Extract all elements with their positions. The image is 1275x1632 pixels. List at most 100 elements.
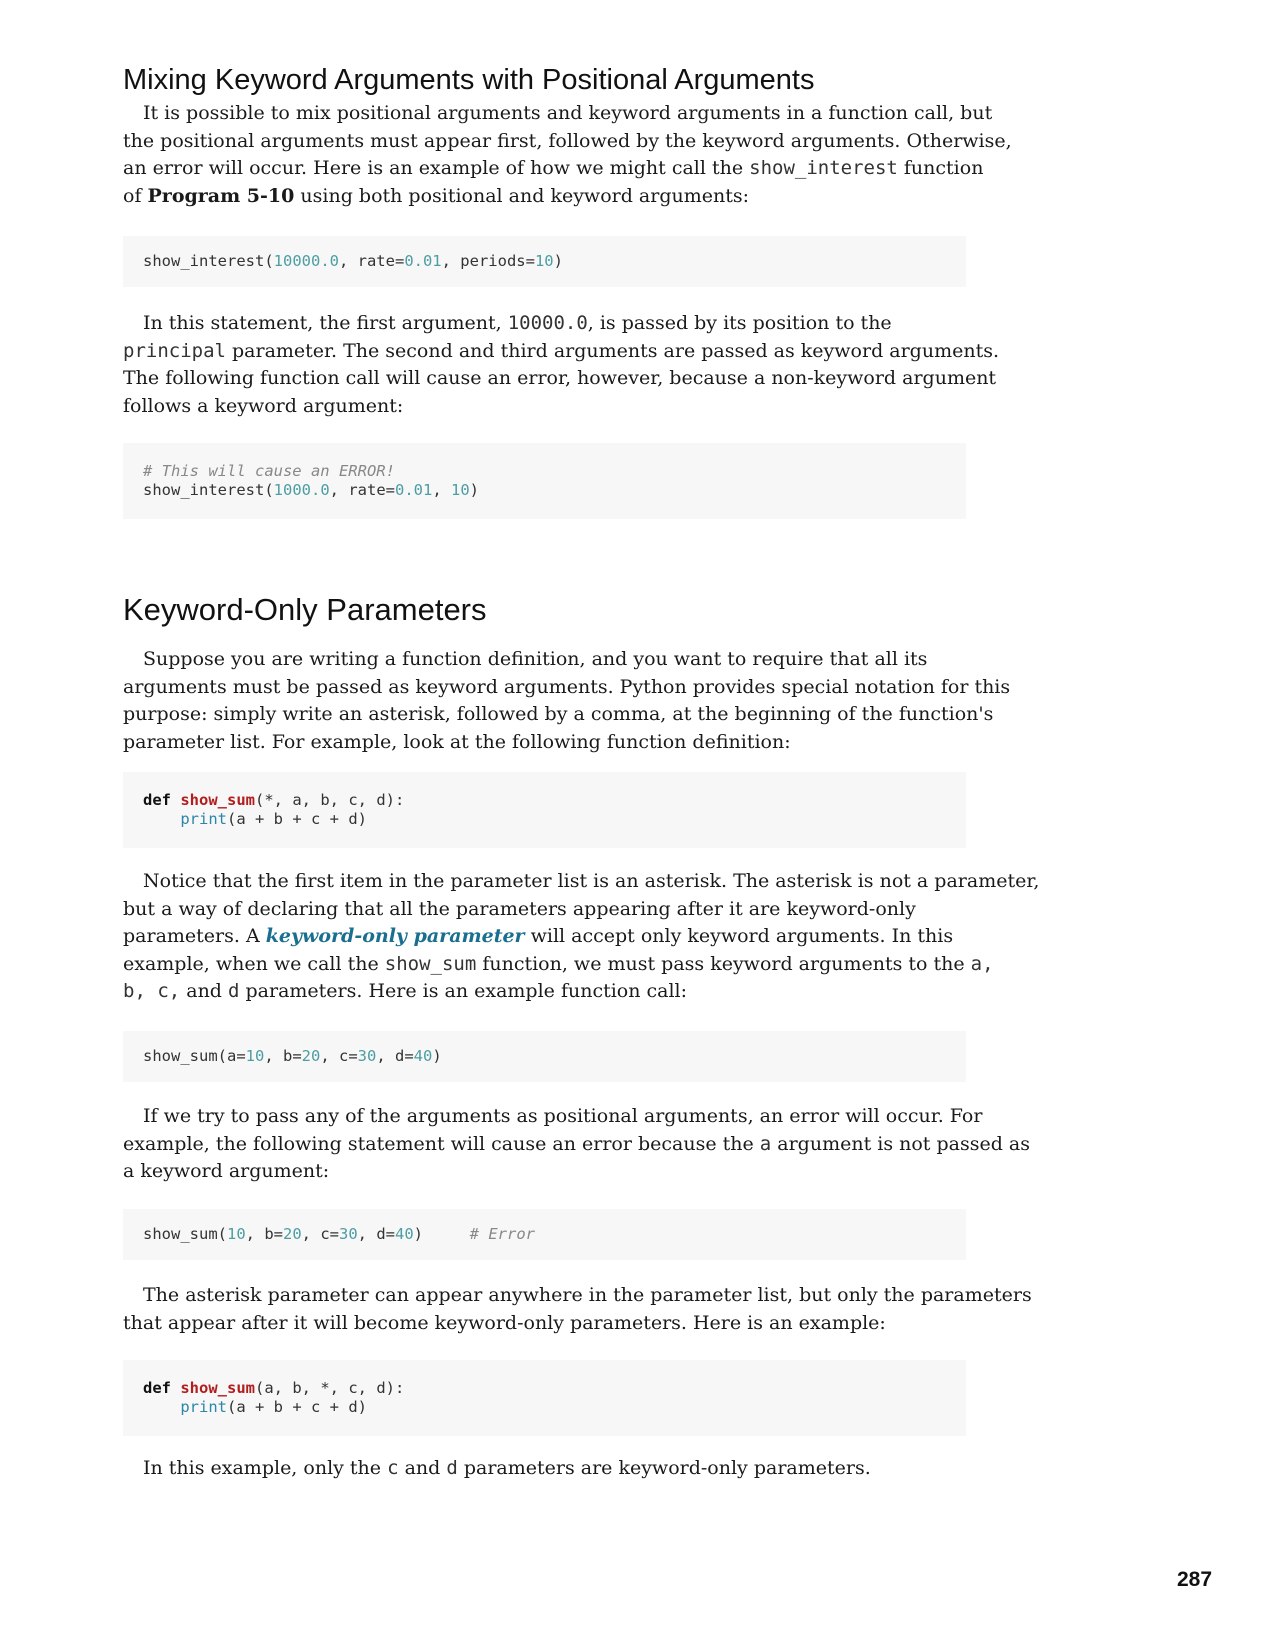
code-token: ) <box>469 481 479 499</box>
paragraph-conclusion: In this example, only the c and d parame… <box>123 1455 966 1483</box>
paragraph-keyword-only-intro: Suppose you are writing a function defin… <box>123 646 1011 756</box>
inline-code: principal <box>123 339 226 362</box>
code-token: , <box>432 481 451 499</box>
code-number: 20 <box>301 1047 321 1065</box>
text-line: purpose: simply write an asterisk, follo… <box>123 703 994 725</box>
text-line: Suppose you are writing a function defin… <box>143 648 928 670</box>
code-line: print(a + b + c + d) <box>143 1398 946 1417</box>
code-block-error-example: # This will cause an ERROR! show_interes… <box>123 443 966 519</box>
code-keyword: def <box>143 791 171 809</box>
code-number: 10000.0 <box>273 252 339 270</box>
text-line: In this example, only the c and d parame… <box>123 1455 966 1483</box>
code-line: def show_sum(*, a, b, c, d): <box>143 791 946 810</box>
code-token: , rate= <box>338 252 405 270</box>
text-line: a keyword argument: <box>123 1160 330 1182</box>
paragraph-asterisk-explanation: Notice that the first item in the parame… <box>123 868 1040 1006</box>
code-line: show_interest(1000.0, rate=0.01, 10) <box>143 481 946 500</box>
code-token: (a, b, *, c, d): <box>255 1379 405 1397</box>
key-term: keyword-only parameter <box>265 925 525 947</box>
paragraph-mixing-intro: It is possible to mix positional argumen… <box>123 100 1012 210</box>
code-token: ) <box>432 1047 442 1065</box>
text-line: that appear after it will become keyword… <box>123 1311 886 1334</box>
text-run: In this statement, the first argument, <box>143 312 508 334</box>
page-number: 287 <box>1177 1568 1213 1591</box>
text-run: an error will occur. Here is an example … <box>123 157 750 179</box>
text-line: It is possible to mix positional argumen… <box>143 102 993 124</box>
code-number: 10 <box>450 481 470 499</box>
text-run: function, we must pass keyword arguments… <box>476 952 971 975</box>
code-token: , b= <box>245 1225 283 1243</box>
code-token: show_sum(a= <box>143 1047 246 1065</box>
text-line: the positional arguments must appear fir… <box>123 129 1012 152</box>
text-run: example, when we call the <box>123 952 385 975</box>
text-run: parameter. The second and third argument… <box>225 339 1000 362</box>
code-number: 40 <box>413 1047 433 1065</box>
code-token: , c= <box>301 1225 339 1243</box>
text-run: In this example, only the <box>143 1457 388 1479</box>
code-number: 20 <box>283 1225 302 1243</box>
text-line: example, the following statement will ca… <box>123 1131 1030 1159</box>
code-number: 0.01 <box>404 252 442 270</box>
code-token: (a + b + c + d) <box>227 1398 367 1416</box>
code-token: ) <box>413 1225 470 1243</box>
program-reference: Program 5-10 <box>147 184 295 207</box>
paragraph-positional-error: If we try to pass any of the arguments a… <box>123 1103 1030 1186</box>
code-token: ) <box>553 252 563 270</box>
inline-code: 10000.0 <box>507 312 588 334</box>
text-line: The following function call will cause a… <box>123 367 997 389</box>
text-run: will accept only keyword arguments. In t… <box>524 925 954 947</box>
code-function-name: show_sum <box>180 791 255 809</box>
text-run: and <box>180 980 229 1002</box>
code-token: show_interest( <box>143 252 274 270</box>
text-line: principal parameter. The second and thir… <box>123 338 999 366</box>
code-token: , d= <box>357 1225 395 1243</box>
section-heading-mixing-arguments: Mixing Keyword Arguments with Positional… <box>123 64 815 96</box>
code-token: (*, a, b, c, d): <box>255 791 405 809</box>
code-line: show_sum(a=10, b=20, c=30, d=40) <box>143 1047 946 1066</box>
code-number: 30 <box>339 1225 358 1243</box>
text-run: function <box>897 157 984 179</box>
text-run: and <box>398 1457 447 1479</box>
text-line: example, when we call the show_sum funct… <box>123 951 994 979</box>
section-heading-keyword-only: Keyword-Only Parameters <box>123 592 487 627</box>
code-token: , periods= <box>441 252 535 270</box>
code-number: 10 <box>534 252 554 270</box>
inline-code: show_interest <box>749 157 898 179</box>
code-token: , c= <box>320 1047 358 1065</box>
inline-code: b, c, <box>123 980 181 1002</box>
text-line: parameter list. For example, look at the… <box>123 730 791 753</box>
text-run: parameters. Here is an example function … <box>239 980 688 1002</box>
text-run: argument is not passed as <box>771 1132 1030 1155</box>
paragraph-statement-explanation: In this statement, the first argument, 1… <box>123 310 999 420</box>
text-run: using both positional and keyword argume… <box>294 184 750 207</box>
code-comment: # Error <box>469 1225 535 1243</box>
code-block-show-sum-mixed-definition: def show_sum(a, b, *, c, d): print(a + b… <box>123 1360 966 1436</box>
inline-code: a, <box>970 952 994 975</box>
text-line: follows a keyword argument: <box>123 394 404 417</box>
code-number: 40 <box>395 1225 414 1243</box>
code-function-name: show_sum <box>180 1379 255 1397</box>
code-block-show-interest-keyword: show_interest(10000.0, rate=0.01, period… <box>123 236 966 287</box>
inline-code: a <box>759 1132 772 1155</box>
code-keyword: def <box>143 1379 171 1397</box>
text-run: parameters are keyword-only parameters. <box>457 1457 871 1479</box>
inline-code: show_sum <box>384 952 477 975</box>
text-line: arguments must be passed as keyword argu… <box>123 675 1011 698</box>
text-run: of <box>123 184 148 207</box>
code-token: , b= <box>264 1047 302 1065</box>
code-block-show-sum-definition: def show_sum(*, a, b, c, d): print(a + b… <box>123 772 966 848</box>
code-number: 10 <box>227 1225 246 1243</box>
text-run: example, the following statement will ca… <box>123 1132 760 1155</box>
text-line: Notice that the first item in the parame… <box>143 870 1040 892</box>
code-token: show_sum( <box>143 1225 227 1243</box>
code-token: , rate= <box>329 481 395 499</box>
code-token: show_interest( <box>143 481 274 499</box>
code-token: , d= <box>376 1047 414 1065</box>
text-line: an error will occur. Here is an example … <box>123 155 983 183</box>
code-number: 30 <box>357 1047 377 1065</box>
code-token: (a + b + c + d) <box>227 810 367 828</box>
code-block-show-sum-call: show_sum(a=10, b=20, c=30, d=40) <box>123 1031 966 1082</box>
text-line: but a way of declaring that all the para… <box>123 897 916 920</box>
code-builtin: print <box>180 810 227 828</box>
paragraph-asterisk-anywhere: The asterisk parameter can appear anywhe… <box>123 1282 1032 1337</box>
